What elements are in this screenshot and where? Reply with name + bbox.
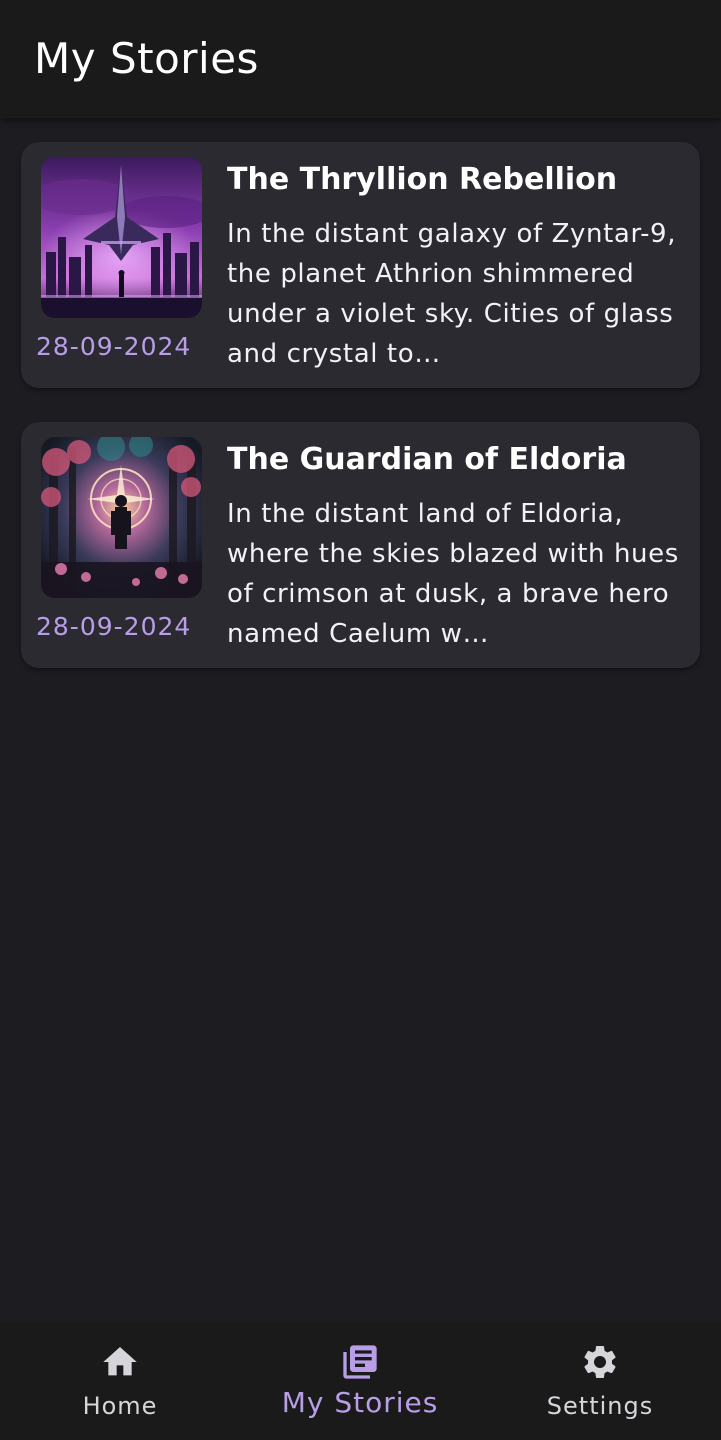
home-icon (100, 1342, 140, 1382)
story-card[interactable]: 28-09-2024 The Guardian of Eldoria In th… (21, 422, 700, 668)
story-title: The Guardian of Eldoria (227, 442, 627, 477)
story-card[interactable]: 28-09-2024 The Thryllion Rebellion In th… (21, 142, 700, 388)
nav-label: Settings (546, 1392, 654, 1420)
story-thumbnail (41, 157, 202, 318)
nav-item-my-stories[interactable]: My Stories (240, 1322, 480, 1440)
stories-icon (340, 1342, 380, 1382)
nav-item-home[interactable]: Home (0, 1322, 240, 1440)
bottom-navigation: Home My Stories Settings (0, 1322, 721, 1440)
forest-guardian-image (41, 437, 202, 598)
story-thumbnail (41, 437, 202, 598)
story-date: 28-09-2024 (36, 332, 192, 361)
page-title: My Stories (34, 34, 259, 83)
nav-item-settings[interactable]: Settings (480, 1322, 720, 1440)
sci-fi-city-image (41, 157, 202, 318)
story-date: 28-09-2024 (36, 612, 192, 641)
app-screen: My Stories 28-09-2024 The Thryllion Rebe… (0, 0, 721, 1440)
top-app-bar: My Stories (0, 0, 721, 118)
nav-label: Home (82, 1392, 158, 1420)
story-title: The Thryllion Rebellion (227, 162, 618, 197)
nav-label: My Stories (281, 1386, 439, 1419)
story-excerpt: In the distant galaxy of Zyntar-9, the p… (227, 219, 677, 369)
story-excerpt: In the distant land of Eldoria, where th… (227, 499, 679, 649)
gear-icon (580, 1342, 620, 1382)
